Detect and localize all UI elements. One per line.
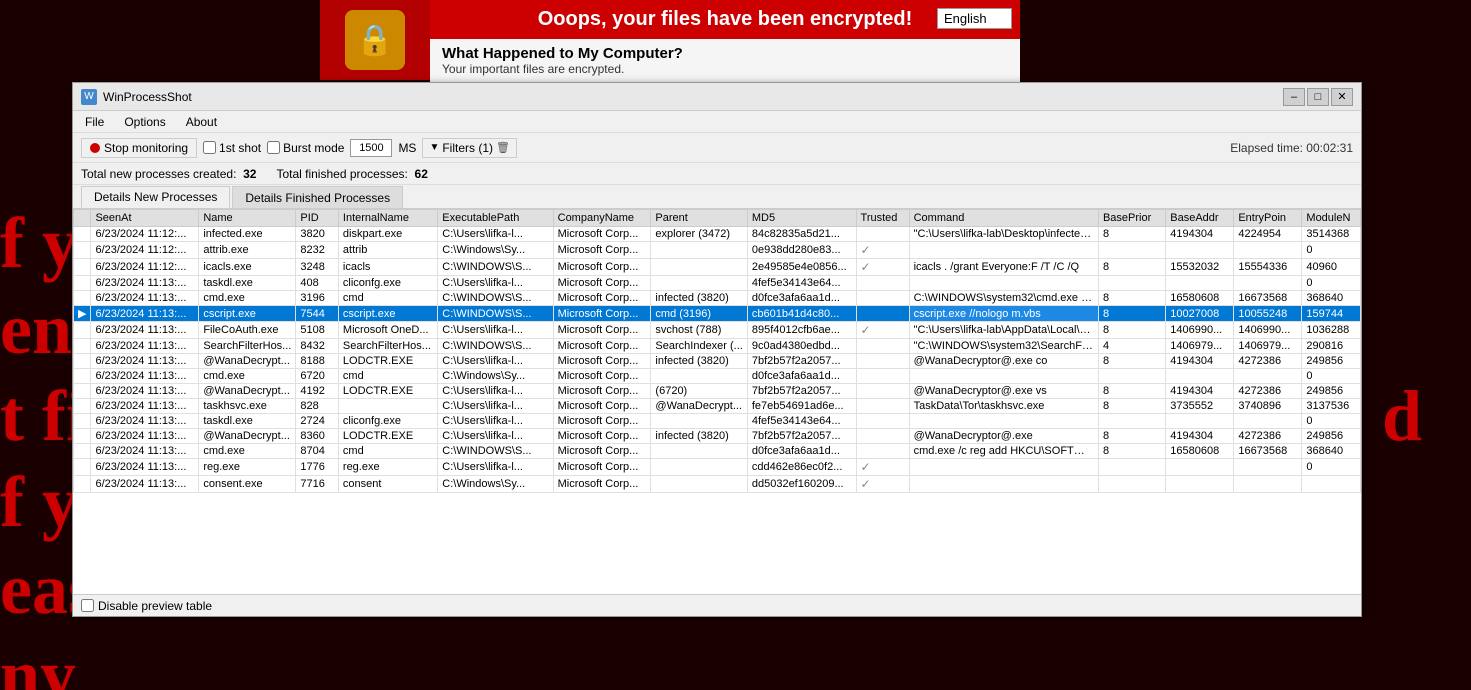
table-row[interactable]: 6/23/2024 11:13:...reg.exe1776reg.exeC:\… xyxy=(74,459,1361,476)
main-window: W WinProcessShot – □ ✕ File Options Abou… xyxy=(72,82,1362,617)
ransom-lock-icon: 🔒 xyxy=(345,10,405,70)
stop-indicator xyxy=(90,143,100,153)
table-row[interactable]: 6/23/2024 11:13:...taskdl.exe408cliconfg… xyxy=(74,276,1361,291)
menu-options[interactable]: Options xyxy=(120,113,169,131)
status-bar: Disable preview table xyxy=(73,594,1361,616)
table-header-row: SeenAt Name PID InternalName ExecutableP… xyxy=(74,210,1361,227)
table-row[interactable]: 6/23/2024 11:13:...FileCoAuth.exe5108Mic… xyxy=(74,322,1361,339)
ransom-sub-text: Your important files are encrypted. xyxy=(442,62,1008,76)
col-header-moduleNum[interactable]: ModuleN xyxy=(1302,210,1361,227)
col-header-internalName[interactable]: InternalName xyxy=(338,210,437,227)
col-header-entryPoint[interactable]: EntryPoin xyxy=(1234,210,1302,227)
language-select[interactable]: English French German xyxy=(937,8,1012,29)
table-row[interactable]: 6/23/2024 11:13:...@WanaDecrypt...8188LO… xyxy=(74,354,1361,369)
process-table-container[interactable]: SeenAt Name PID InternalName ExecutableP… xyxy=(73,209,1361,594)
window-title: WinProcessShot xyxy=(103,90,1283,104)
col-header-parent[interactable]: Parent xyxy=(651,210,747,227)
ransom-banner: 🔒 Ooops, your files have been encrypted!… xyxy=(320,0,1020,80)
disable-preview-checkbox[interactable] xyxy=(81,599,94,612)
ransom-sub-title: What Happened to My Computer? xyxy=(442,45,1008,62)
burst-mode-wrap: Burst mode xyxy=(267,141,344,155)
close-button[interactable]: ✕ xyxy=(1331,88,1353,106)
col-header-baseAddr[interactable]: BaseAddr xyxy=(1166,210,1234,227)
table-row[interactable]: 6/23/2024 11:13:...SearchFilterHos...843… xyxy=(74,339,1361,354)
title-bar: W WinProcessShot – □ ✕ xyxy=(73,83,1361,111)
stats-bar: Total new processes created: 32 Total fi… xyxy=(73,163,1361,185)
table-row[interactable]: 6/23/2024 11:12:...attrib.exe8232attribC… xyxy=(74,242,1361,259)
col-header-companyName[interactable]: CompanyName xyxy=(553,210,651,227)
col-header-command[interactable]: Command xyxy=(909,210,1098,227)
new-processes-label: Total new processes created: 32 xyxy=(81,167,256,181)
col-header-basePrior[interactable]: BasePrior xyxy=(1098,210,1165,227)
toolbar: Stop monitoring 1st shot Burst mode MS ▼… xyxy=(73,133,1361,163)
ransom-content: Ooops, your files have been encrypted! E… xyxy=(430,0,1020,80)
disable-preview-wrap: Disable preview table xyxy=(81,599,212,613)
tab-details-finished[interactable]: Details Finished Processes xyxy=(232,186,403,208)
first-shot-checkbox[interactable] xyxy=(203,141,216,154)
table-row[interactable]: 6/23/2024 11:13:...cmd.exe8704cmdC:\WIND… xyxy=(74,444,1361,459)
ransom-title: Ooops, your files have been encrypted! E… xyxy=(430,0,1020,39)
menu-about[interactable]: About xyxy=(182,113,221,131)
col-header-pid[interactable]: PID xyxy=(296,210,339,227)
finished-processes-label: Total finished processes: 62 xyxy=(276,167,427,181)
table-row[interactable]: 6/23/2024 11:13:...taskhsvc.exe828C:\Use… xyxy=(74,399,1361,414)
col-header-execPath[interactable]: ExecutablePath xyxy=(438,210,553,227)
col-header-md5[interactable]: MD5 xyxy=(747,210,856,227)
table-row[interactable]: 6/23/2024 11:13:...cmd.exe3196cmdC:\WIND… xyxy=(74,291,1361,306)
tab-bar: Details New Processes Details Finished P… xyxy=(73,185,1361,209)
maximize-button[interactable]: □ xyxy=(1307,88,1329,106)
table-row[interactable]: 6/23/2024 11:13:...taskdl.exe2724cliconf… xyxy=(74,414,1361,429)
app-icon: W xyxy=(81,89,97,105)
filters-button[interactable]: ▼ Filters (1) 🗑 xyxy=(422,138,517,158)
title-bar-controls: – □ ✕ xyxy=(1283,88,1353,106)
ransom-sub: What Happened to My Computer? Your impor… xyxy=(430,39,1020,82)
table-row[interactable]: 6/23/2024 11:13:...consent.exe7716consen… xyxy=(74,476,1361,493)
col-header-trusted[interactable]: Trusted xyxy=(856,210,909,227)
minimize-button[interactable]: – xyxy=(1283,88,1305,106)
col-header-name[interactable]: Name xyxy=(199,210,296,227)
first-shot-wrap: 1st shot xyxy=(203,141,261,155)
table-row[interactable]: 6/23/2024 11:13:...@WanaDecrypt...8360LO… xyxy=(74,429,1361,444)
table-row[interactable]: 6/23/2024 11:13:...@WanaDecrypt...4192LO… xyxy=(74,384,1361,399)
elapsed-time: Elapsed time: 00:02:31 xyxy=(1230,141,1353,155)
disable-preview-label: Disable preview table xyxy=(98,599,212,613)
table-row[interactable]: 6/23/2024 11:12:...icacls.exe3248icaclsC… xyxy=(74,259,1361,276)
stop-monitoring-button[interactable]: Stop monitoring xyxy=(81,138,197,158)
col-header-arrow[interactable] xyxy=(74,210,91,227)
menu-bar: File Options About xyxy=(73,111,1361,133)
table-row[interactable]: ▶6/23/2024 11:13:...cscript.exe7544cscri… xyxy=(74,306,1361,322)
tab-details-new[interactable]: Details New Processes xyxy=(81,186,230,208)
table-row[interactable]: 6/23/2024 11:12:...infected.exe3820diskp… xyxy=(74,227,1361,242)
burst-mode-checkbox[interactable] xyxy=(267,141,280,154)
table-row[interactable]: 6/23/2024 11:13:...cmd.exe6720cmdC:\Wind… xyxy=(74,369,1361,384)
ransom-icon: 🔒 xyxy=(320,0,430,80)
menu-file[interactable]: File xyxy=(81,113,108,131)
process-table: SeenAt Name PID InternalName ExecutableP… xyxy=(73,209,1361,493)
col-header-seenAt[interactable]: SeenAt xyxy=(91,210,199,227)
ms-value-input[interactable] xyxy=(350,139,392,157)
